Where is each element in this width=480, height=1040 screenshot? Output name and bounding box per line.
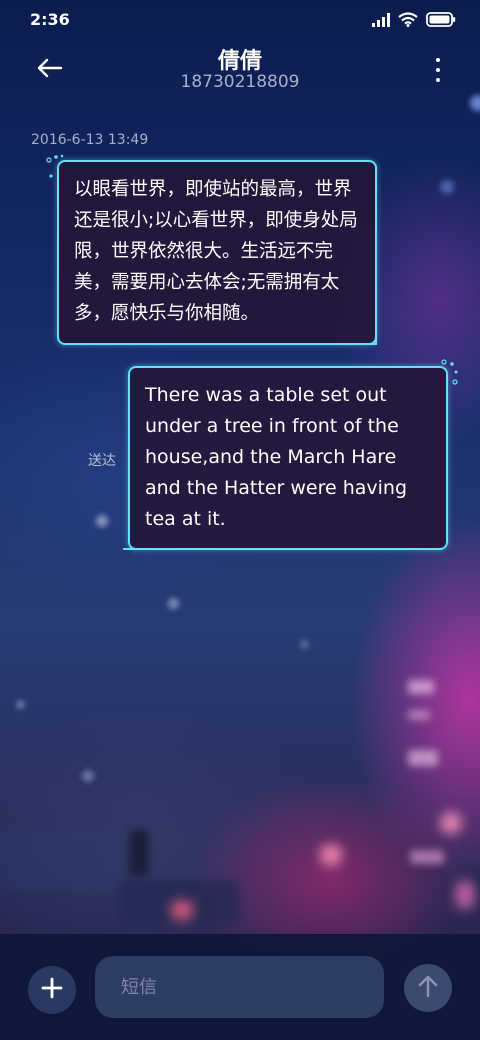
plus-icon xyxy=(41,977,63,1003)
status-bar: 2:36 xyxy=(0,0,480,40)
outgoing-message-bubble[interactable]: There was a table set out under a tree i… xyxy=(123,359,458,550)
contact-name: 倩倩 xyxy=(217,49,262,74)
outgoing-message-text: There was a table set out under a tree i… xyxy=(145,384,408,530)
delivery-status: 送达 xyxy=(88,453,116,469)
more-vertical-icon xyxy=(436,58,440,62)
bubble-corner-decoration-icon xyxy=(46,154,64,178)
message-timestamp: 2016-6-13 13:49 xyxy=(31,132,149,148)
battery-icon xyxy=(426,12,456,31)
send-arrow-icon xyxy=(418,974,438,1002)
wifi-icon xyxy=(398,12,418,31)
more-options-button[interactable] xyxy=(432,57,444,83)
sms-input[interactable] xyxy=(95,956,384,1018)
add-attachment-button[interactable] xyxy=(28,966,76,1014)
send-button[interactable] xyxy=(404,964,452,1012)
bubble-corner-decoration-icon xyxy=(123,548,147,550)
conversation-header: 倩倩 18730218809 xyxy=(0,40,480,100)
incoming-message-bubble[interactable]: 以眼看世界，即使站的最高，世界还是很小;以心看世界，即使身处局限，世界依然很大。… xyxy=(46,154,377,345)
message-composer xyxy=(0,934,480,1040)
contact-number: 18730218809 xyxy=(180,72,300,92)
signal-icon xyxy=(372,12,390,31)
incoming-message-text: 以眼看世界，即使站的最高，世界还是很小;以心看世界，即使身处局限，世界依然很大。… xyxy=(74,179,358,324)
status-time: 2:36 xyxy=(30,10,70,29)
bubble-corner-decoration-icon xyxy=(352,330,377,345)
